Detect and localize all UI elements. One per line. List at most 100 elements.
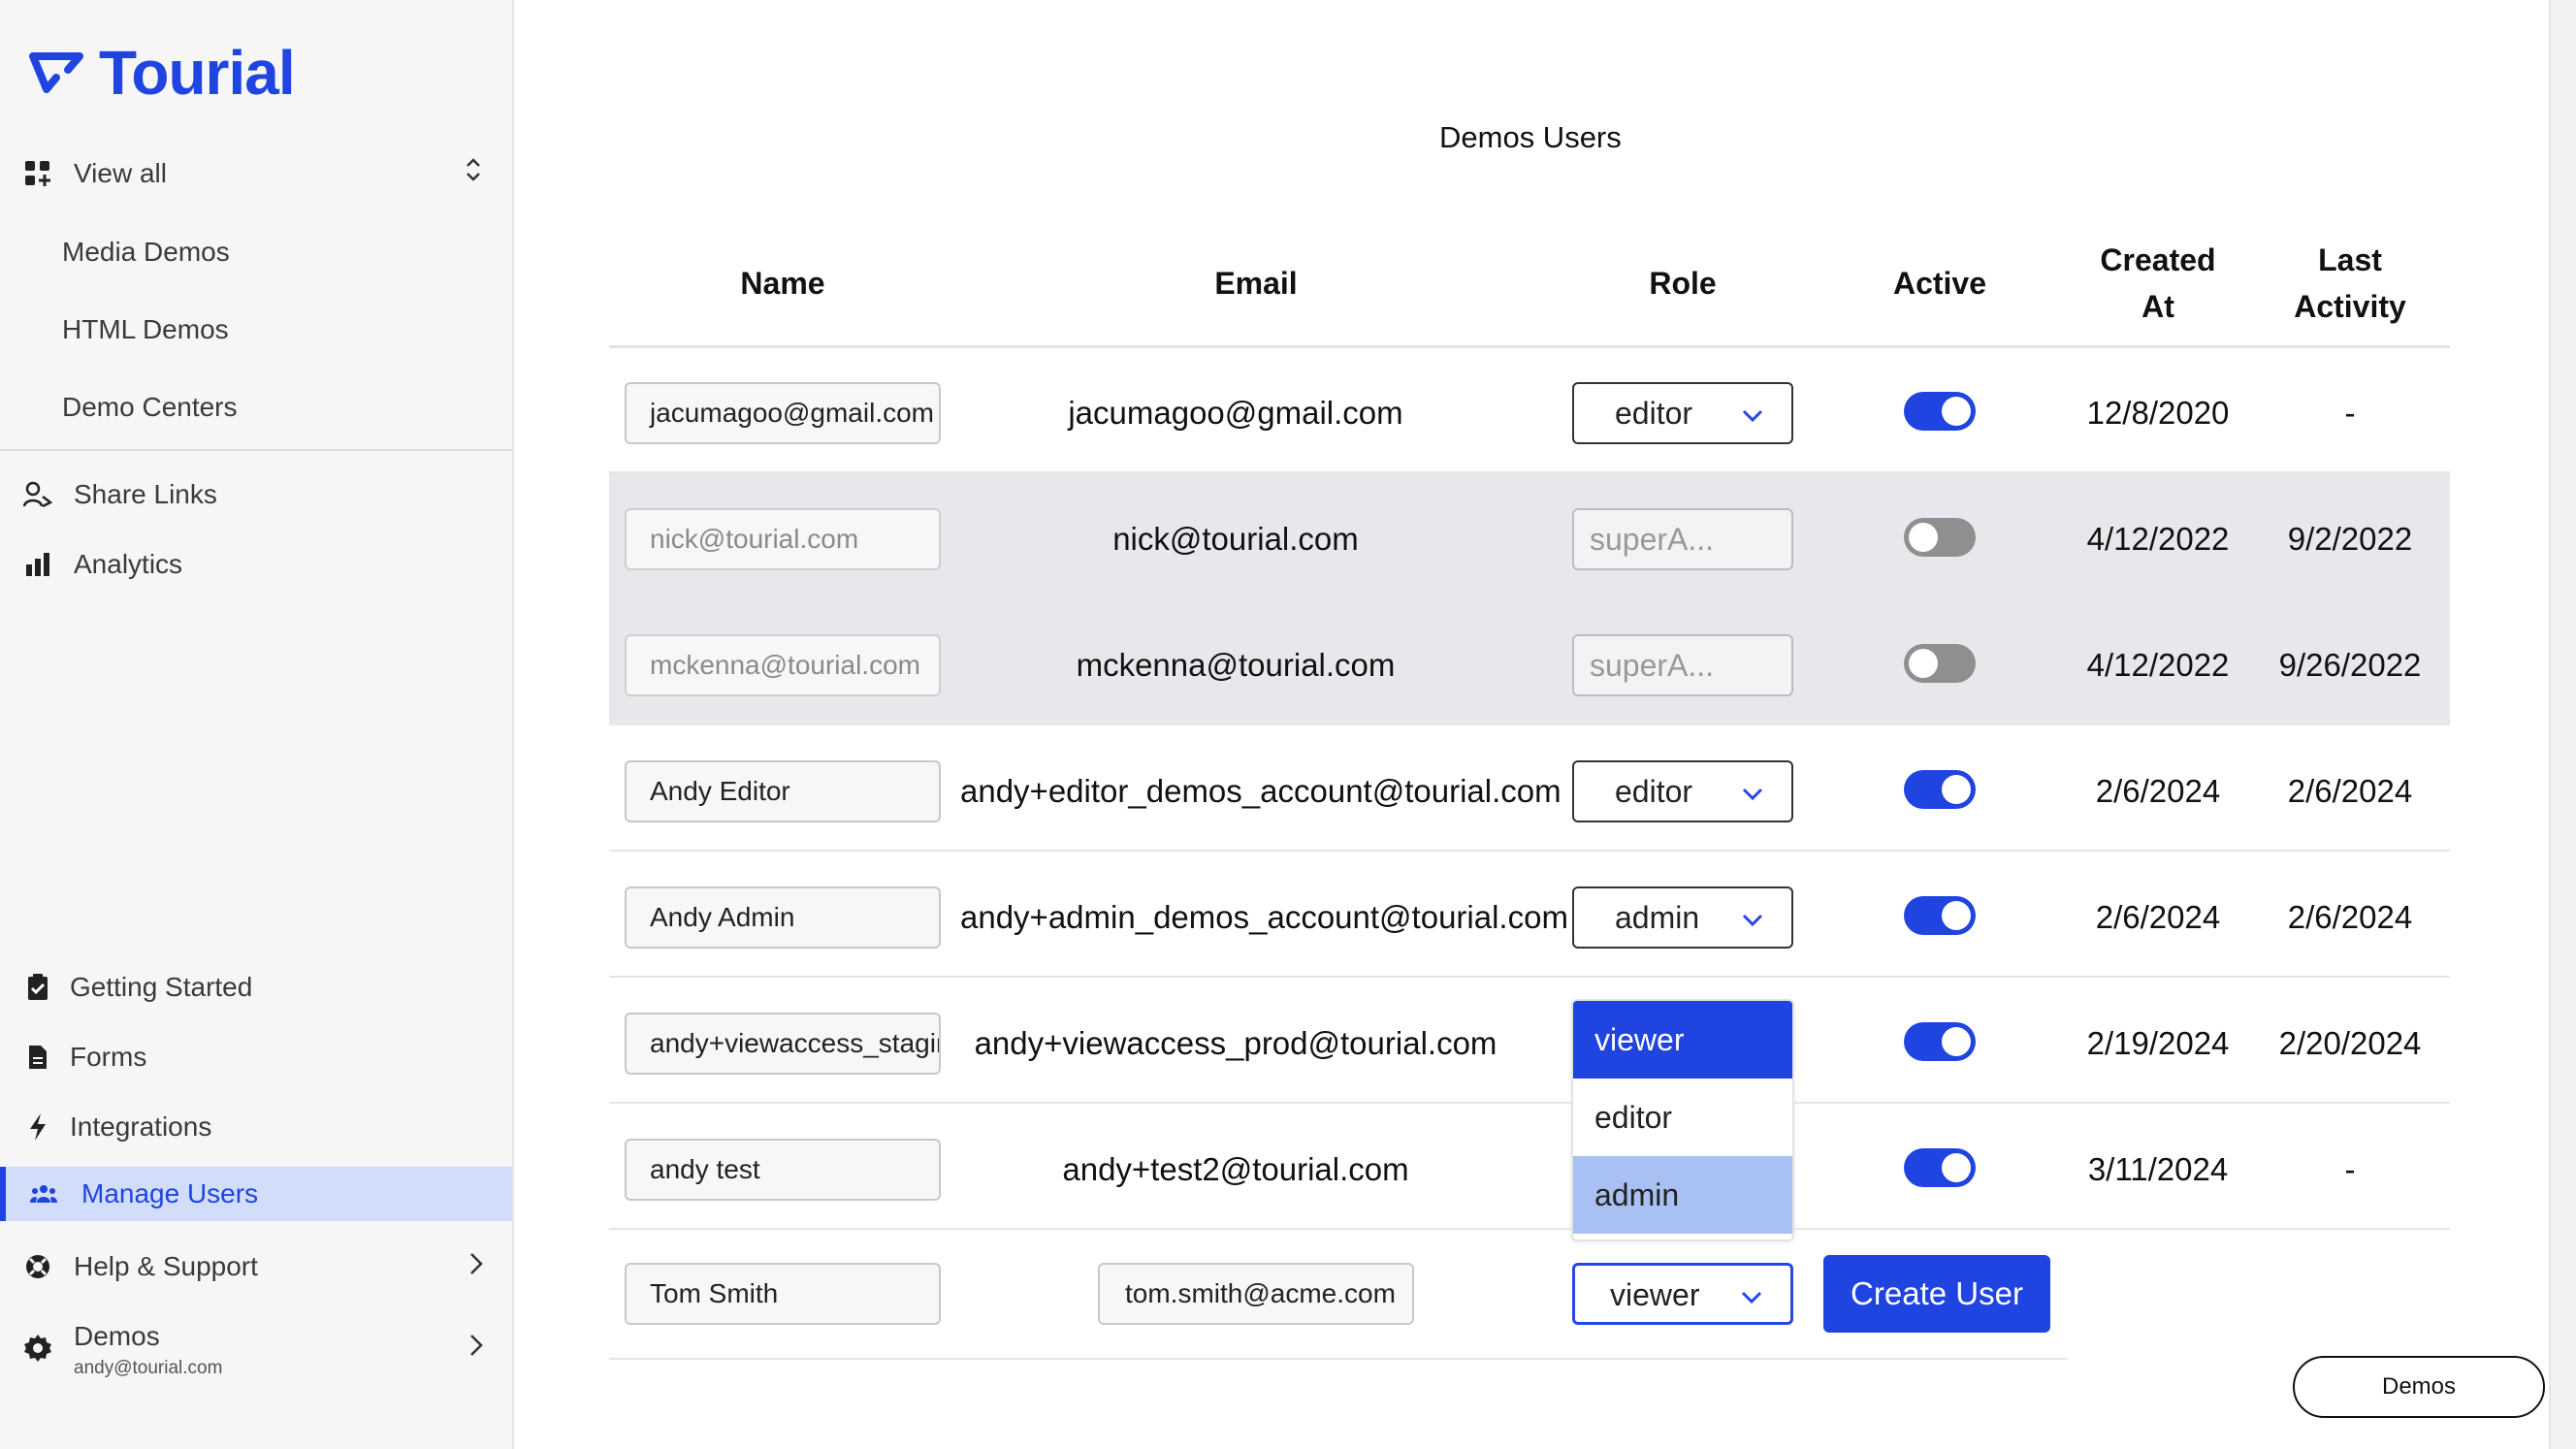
active-toggle[interactable]: [1904, 1148, 1976, 1187]
created-at-cell: 4/12/2022: [2086, 521, 2230, 557]
chevron-down-icon: [1742, 409, 1763, 423]
active-toggle[interactable]: [1904, 644, 1976, 683]
sidebar-item-demo-centers[interactable]: Demo Centers: [0, 377, 512, 437]
sidebar-item-label: Forms: [70, 1042, 147, 1072]
created-at-cell: 12/8/2020: [2086, 395, 2230, 431]
share-user-icon: [23, 480, 52, 509]
last-activity-cell: -: [2344, 1151, 2356, 1187]
new-user-name-input[interactable]: Tom Smith: [625, 1263, 941, 1325]
sidebar-item-label: Integrations: [70, 1111, 212, 1142]
name-input[interactable]: Andy Editor: [625, 760, 941, 822]
sidebar-item-label: Getting Started: [70, 972, 253, 1002]
last-activity-cell: 9/2/2022: [2287, 521, 2413, 557]
user-email: andy@tourial.com: [74, 1358, 223, 1378]
email-cell: jacumagoo@gmail.com: [1068, 395, 1403, 431]
last-activity-cell: -: [2344, 395, 2356, 431]
role-option-admin[interactable]: admin: [1573, 1156, 1792, 1234]
email-cell: mckenna@tourial.com: [1076, 647, 1396, 683]
sidebar-item-label: Help & Support: [74, 1251, 258, 1281]
name-input[interactable]: andy test: [625, 1139, 941, 1201]
last-activity-cell: 9/26/2022: [2278, 647, 2422, 683]
active-toggle[interactable]: [1904, 1022, 1976, 1061]
email-cell: nick@tourial.com: [1112, 521, 1359, 557]
bar-chart-icon: [23, 550, 52, 579]
toggle-knob: [1942, 1027, 1971, 1056]
sidebar-item-share-links[interactable]: Share Links: [0, 465, 512, 525]
name-input[interactable]: Andy Admin: [625, 886, 941, 949]
sidebar-item-manage-users[interactable]: Manage Users: [0, 1167, 512, 1221]
scrollbar[interactable]: [2549, 0, 2576, 1449]
role-option-viewer[interactable]: viewer: [1573, 1001, 1792, 1079]
sidebar-item-integrations[interactable]: Integrations: [0, 1097, 512, 1157]
role-select[interactable]: editor: [1572, 382, 1793, 444]
created-at-cell: 3/11/2024: [2087, 1151, 2229, 1187]
grid-plus-icon: [23, 159, 52, 188]
name-input[interactable]: jacumagoo@gmail.com: [625, 382, 941, 444]
role-value: admin: [1615, 900, 1700, 935]
email-cell: andy+editor_demos_account@tourial.com: [960, 773, 1562, 809]
column-header-last-activity: Last Activity: [2253, 237, 2447, 330]
sidebar-item-html-demos[interactable]: HTML Demos: [0, 300, 512, 360]
toggle-knob: [1909, 523, 1938, 552]
lightning-icon: [23, 1112, 52, 1142]
role-value: viewer: [1610, 1277, 1700, 1312]
lifebuoy-icon: [23, 1252, 52, 1281]
active-toggle[interactable]: [1904, 392, 1976, 431]
table-row: nick@tourial.com nick@tourial.com superA…: [609, 473, 2450, 599]
tourial-logo[interactable]: Tourial: [29, 38, 296, 108]
chevron-right-icon: [469, 1332, 483, 1365]
sidebar: Tourial View all Media Demos HTML Demos …: [0, 0, 514, 1449]
name-input: nick@tourial.com: [625, 508, 941, 570]
sidebar-item-label: Demo Centers: [62, 392, 238, 422]
chevron-down-icon: [1741, 1291, 1762, 1304]
role-select[interactable]: admin: [1572, 886, 1793, 949]
users-icon: [29, 1179, 58, 1208]
email-cell: andy+viewaccess_prod@tourial.com: [974, 1025, 1497, 1061]
created-at-cell: 2/6/2024: [2095, 899, 2221, 935]
column-header-role: Role: [1649, 266, 1717, 301]
sidebar-item-label: Manage Users: [81, 1178, 259, 1208]
document-icon: [23, 1043, 52, 1072]
email-cell: andy+admin_demos_account@tourial.com: [960, 899, 1568, 935]
workspace-name: Demos: [74, 1321, 160, 1351]
active-toggle[interactable]: [1904, 770, 1976, 809]
sidebar-item-label: HTML Demos: [62, 314, 229, 344]
sidebar-item-analytics[interactable]: Analytics: [0, 534, 512, 595]
active-toggle[interactable]: [1904, 518, 1976, 557]
toggle-knob: [1942, 901, 1971, 930]
chevron-down-icon: [1742, 914, 1763, 927]
name-input[interactable]: andy+viewaccess_stagin: [625, 1013, 941, 1075]
table-row: mckenna@tourial.com mckenna@tourial.com …: [609, 599, 2450, 725]
last-activity-cell: 2/20/2024: [2278, 1025, 2422, 1061]
role-option-editor[interactable]: editor: [1573, 1079, 1792, 1156]
tourial-logo-icon: [29, 52, 83, 93]
chevron-down-icon: [1742, 788, 1763, 801]
toggle-knob: [1909, 649, 1938, 678]
sidebar-item-view-all[interactable]: View all: [0, 144, 512, 204]
sidebar-item-label: View all: [74, 158, 167, 188]
demos-button[interactable]: Demos: [2293, 1356, 2545, 1418]
role-value: editor: [1615, 396, 1693, 431]
column-header-line: At: [2141, 289, 2174, 324]
clipboard-check-icon: [23, 973, 52, 1002]
email-cell: andy+test2@tourial.com: [1062, 1151, 1409, 1187]
sidebar-item-label: Share Links: [74, 479, 217, 509]
role-select[interactable]: editor: [1572, 760, 1793, 822]
column-header-created-at: Created At: [2061, 237, 2255, 330]
create-user-button[interactable]: Create User: [1823, 1255, 2050, 1333]
created-at-cell: 2/19/2024: [2086, 1025, 2230, 1061]
role-value: superA...: [1590, 522, 1715, 557]
role-value: editor: [1615, 774, 1693, 809]
new-user-email-input[interactable]: tom.smith@acme.com: [1098, 1263, 1414, 1325]
table-row: Andy Admin andy+admin_demos_account@tour…: [609, 852, 2450, 978]
chevron-up-down-icon: [464, 156, 483, 191]
active-toggle[interactable]: [1904, 896, 1976, 935]
toggle-knob: [1942, 397, 1971, 426]
new-user-role-select[interactable]: viewer: [1572, 1263, 1793, 1325]
sidebar-item-media-demos[interactable]: Media Demos: [0, 222, 512, 282]
sidebar-item-help-support[interactable]: Help & Support: [0, 1237, 512, 1297]
sidebar-item-forms[interactable]: Forms: [0, 1027, 512, 1087]
sidebar-item-getting-started[interactable]: Getting Started: [0, 957, 512, 1017]
sidebar-divider: [0, 449, 512, 451]
role-select: superA...: [1572, 508, 1793, 570]
